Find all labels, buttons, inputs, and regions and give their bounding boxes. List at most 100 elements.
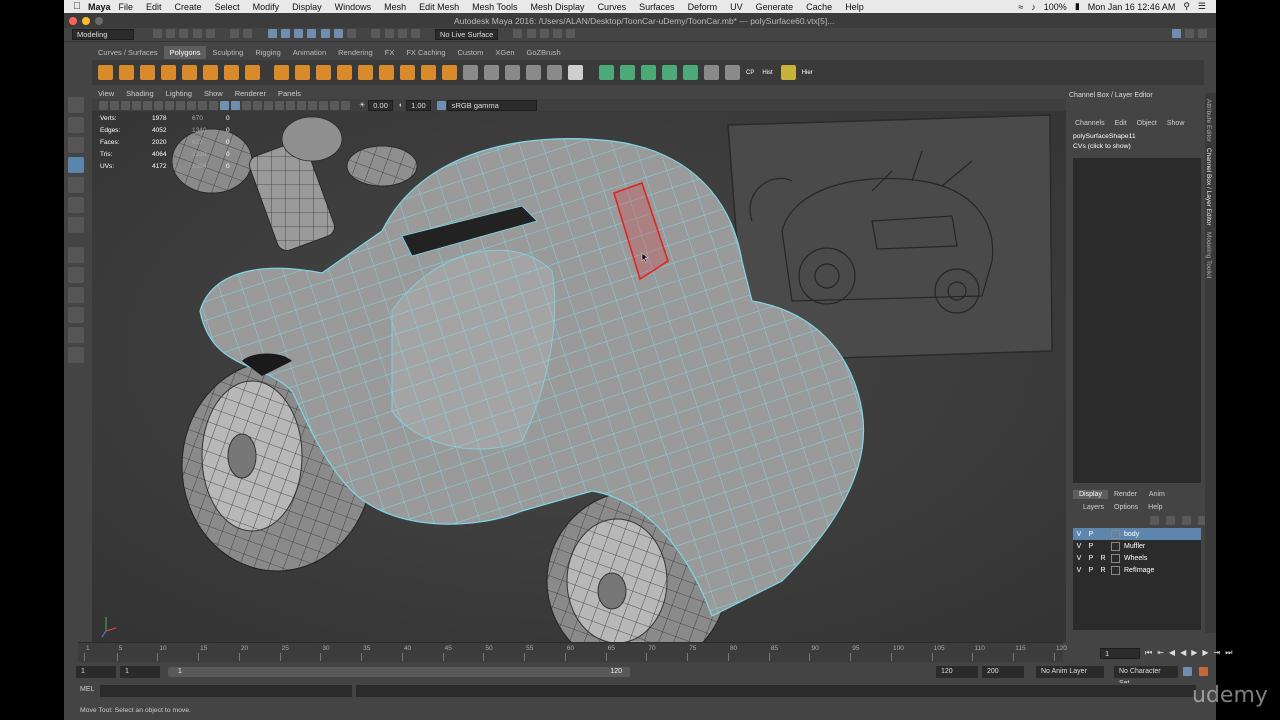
delete-history-icon[interactable]: Hist (762, 70, 772, 76)
move-layer-down-icon[interactable] (1166, 516, 1175, 525)
shelf-tab-curves-surfaces[interactable]: Curves / Surfaces (92, 46, 164, 59)
menu-surfaces[interactable]: Surfaces (639, 2, 675, 12)
history-icon[interactable] (513, 29, 523, 38)
render-settings-icon[interactable] (553, 29, 563, 38)
layer-visible-toggle[interactable]: V (1073, 567, 1085, 574)
smooth-shade-icon[interactable] (231, 100, 240, 110)
menu-modify[interactable]: Modify (253, 2, 280, 12)
cvs-toggle[interactable]: CVs (click to show) (1073, 142, 1136, 152)
misc-mask-icon[interactable] (333, 29, 343, 38)
step-back-frame-icon[interactable]: ◀ (1169, 648, 1175, 659)
menu-mesh-tools[interactable]: Mesh Tools (472, 2, 517, 12)
shelf-tab-fx-caching[interactable]: FX Caching (400, 46, 451, 59)
select-component-icon[interactable] (267, 29, 277, 38)
select-hierarchy-shelf-icon[interactable]: Hier (802, 70, 813, 76)
select-tool-icon[interactable] (68, 97, 84, 113)
auto-map-icon[interactable] (683, 65, 698, 80)
zoom-window-button[interactable] (95, 16, 103, 25)
move-layer-up-icon[interactable] (1150, 516, 1159, 525)
field-chart-icon[interactable] (187, 100, 196, 110)
move-tool-icon[interactable] (68, 157, 84, 173)
step-forward-key-icon[interactable]: ⇥ (1214, 648, 1221, 659)
motion-blur-icon[interactable] (319, 100, 328, 110)
multi-cut-icon[interactable] (526, 65, 541, 80)
layer-name[interactable]: RefImage (1124, 567, 1154, 574)
render-frame-icon[interactable] (526, 29, 536, 38)
menu-cache[interactable]: Cache (806, 2, 832, 12)
menu-windows[interactable]: Windows (335, 2, 372, 12)
extrude-icon[interactable] (463, 65, 478, 80)
layer-color-swatch[interactable] (1111, 565, 1120, 575)
xray-icon[interactable] (286, 100, 295, 110)
combine-icon[interactable] (358, 65, 373, 80)
screen-space-ao-icon[interactable] (308, 100, 317, 110)
snap-plane-icon[interactable] (410, 29, 420, 38)
menu-edit-mesh[interactable]: Edit Mesh (419, 2, 459, 12)
shelf-tab-sculpting[interactable]: Sculpting (206, 46, 249, 59)
character-set-dropdown[interactable]: No Character Set (1114, 666, 1178, 687)
poly-helix-icon[interactable] (316, 65, 331, 80)
cb-menu-show[interactable]: Show (1167, 120, 1185, 127)
save-scene-icon[interactable] (179, 29, 189, 38)
redo-icon[interactable] (205, 29, 215, 38)
smooth-icon[interactable] (400, 65, 415, 80)
checker-grid-icon[interactable] (704, 65, 719, 80)
layer-playback-toggle[interactable]: P (1085, 543, 1097, 550)
anim-layer-dropdown[interactable]: No Anim Layer (1036, 666, 1104, 678)
battery-icon[interactable]: ▮ (1075, 1, 1080, 12)
last-tool-icon[interactable] (68, 217, 84, 233)
shelf-tab-animation[interactable]: Animation (287, 46, 332, 59)
layer-reference-toggle[interactable]: R (1097, 555, 1109, 562)
app-menu[interactable]: Maya (88, 2, 111, 12)
more-layouts-icon[interactable] (68, 347, 84, 363)
shelf-tab-rigging[interactable]: Rigging (249, 46, 286, 59)
exposure-field[interactable]: 0.00 (368, 99, 393, 111)
script-language-toggle[interactable]: MEL (80, 686, 94, 693)
edge-mask-icon[interactable] (294, 29, 304, 38)
le-menu-options[interactable]: Options (1114, 504, 1138, 511)
menu-select[interactable]: Select (215, 2, 240, 12)
clock[interactable]: Mon Jan 16 12:46 AM (1088, 2, 1176, 12)
gate-mask-icon[interactable] (176, 100, 185, 110)
layer-visible-toggle[interactable]: V (1073, 531, 1085, 538)
tab-anim[interactable]: Anim (1143, 490, 1171, 499)
target-weld-icon[interactable] (547, 65, 562, 80)
grid-icon[interactable] (143, 100, 152, 110)
new-scene-icon[interactable] (153, 29, 162, 38)
layer-playback-toggle[interactable]: P (1085, 555, 1097, 562)
animation-start-field[interactable]: 1 (76, 666, 116, 678)
side-tab-channel-box[interactable]: Channel Box / Layer Editor (1205, 148, 1212, 226)
layer-visible-toggle[interactable]: V (1073, 543, 1085, 550)
poly-platonic-icon[interactable] (295, 65, 310, 80)
menu-curves[interactable]: Curves (598, 2, 627, 12)
view-transform-dropdown[interactable]: sRGB gamma (446, 99, 537, 111)
scale-tool-icon[interactable] (68, 197, 84, 213)
poly-sphere-icon[interactable] (98, 65, 113, 80)
shelf-tab-rendering[interactable]: Rendering (332, 46, 379, 59)
apple-icon[interactable]:  (70, 1, 84, 12)
side-tab-attribute-editor[interactable]: Attribute Editor (1205, 99, 1212, 142)
separate-icon[interactable] (379, 65, 394, 80)
poly-cylinder-icon[interactable] (140, 65, 155, 80)
playback-end-field[interactable]: 120 (936, 666, 978, 678)
single-perspective-icon[interactable] (68, 247, 84, 263)
wireframe-icon[interactable] (220, 100, 229, 110)
menu-set-dropdown[interactable]: Modeling (72, 29, 134, 40)
cb-menu-channels[interactable]: Channels (1075, 120, 1105, 127)
go-to-start-icon[interactable]: ⏮ (1145, 648, 1152, 659)
layout-icon[interactable] (1171, 29, 1181, 38)
shape-node-name[interactable]: polySurfaceShape11 (1073, 132, 1136, 142)
isolate-icon[interactable] (297, 100, 306, 110)
panel-menu-show[interactable]: Show (204, 89, 223, 98)
layer-color-swatch[interactable] (1111, 553, 1120, 563)
menu-display[interactable]: Display (292, 2, 322, 12)
layer-name[interactable]: Muffler (1124, 543, 1145, 550)
wifi-icon[interactable]: ≈ (1018, 2, 1023, 12)
bevel-icon[interactable] (505, 65, 520, 80)
poly-pyramid-icon[interactable] (224, 65, 239, 80)
shadows-icon[interactable] (275, 100, 284, 110)
menu-uv[interactable]: UV (730, 2, 743, 12)
step-back-key-icon[interactable]: ⇤ (1157, 648, 1164, 659)
image-plane-icon[interactable] (132, 100, 141, 110)
layer-visible-toggle[interactable]: V (1073, 555, 1085, 562)
